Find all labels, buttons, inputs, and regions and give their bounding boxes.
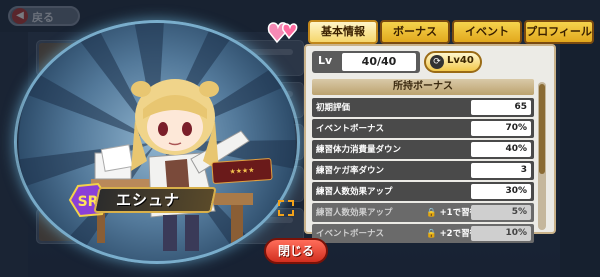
character-portal	[14, 20, 300, 264]
bonus-row: イベントボーナス 70%	[312, 119, 534, 138]
detail-tab-bar: 基本情報 ボーナス イベント プロフィール	[308, 20, 594, 44]
bonus-label: 練習ケガ率ダウン	[316, 166, 385, 176]
bonus-row: 練習人数効果アップ 30%	[312, 182, 534, 201]
lock-icon: 🔒	[426, 229, 437, 239]
refresh-icon: ⟳	[430, 55, 444, 69]
bonus-value: 70%	[471, 121, 531, 136]
bonus-scrollbar[interactable]	[538, 82, 546, 230]
level-box: Lv 40/40	[312, 51, 420, 73]
bonus-list: 初期評価 65 イベントボーナス 70% 練習体力消費量ダウン 40% 練習ケガ…	[312, 98, 534, 245]
bonus-row: 練習体力消費量ダウン 40%	[312, 140, 534, 159]
bonus-value: 65	[471, 100, 531, 115]
locked-bonus-row: イベントボーナス 🔒 +2で習得 10%	[312, 224, 534, 243]
level-toggle-label: Lv40	[447, 55, 474, 66]
tab-bonus[interactable]: ボーナス	[380, 20, 450, 44]
bonus-label: 練習体力消費量ダウン	[316, 145, 402, 155]
heart-icon	[267, 22, 298, 44]
bonus-value: 40%	[471, 142, 531, 157]
frame-corner-icon	[278, 200, 294, 216]
bonus-label: 初期評価	[316, 103, 351, 113]
bonus-value: 3	[471, 163, 531, 178]
event-stamp-logo: ★★★★	[211, 157, 273, 185]
tab-basic-info[interactable]: 基本情報	[308, 20, 378, 44]
level-row: Lv 40/40 ⟳ Lv40	[312, 51, 550, 73]
bonus-label: イベントボーナス	[316, 124, 385, 134]
bonus-value: 10%	[471, 226, 531, 241]
bonus-row: 初期評価 65	[312, 98, 534, 117]
bonus-row: 練習ケガ率ダウン 3	[312, 161, 534, 180]
tab-profile[interactable]: プロフィール	[524, 20, 594, 44]
bonus-label: 練習人数効果アップ	[316, 187, 393, 197]
locked-bonus-row: 練習人数効果アップ 🔒 +1で習得 5%	[312, 203, 534, 222]
bonus-value: 30%	[471, 184, 531, 199]
bonus-label: 練習人数効果アップ	[316, 208, 393, 218]
bonus-label: イベントボーナス	[316, 229, 385, 239]
level-value: 40/40	[342, 53, 416, 71]
bonus-section-title: 所持ボーナス	[312, 79, 534, 95]
bonus-value: 5%	[471, 205, 531, 220]
scrollbar-thumb[interactable]	[539, 84, 545, 174]
character-name: エシュナ	[116, 191, 181, 209]
tab-event[interactable]: イベント	[452, 20, 522, 44]
detail-panel: Lv 40/40 ⟳ Lv40 所持ボーナス 初期評価 65 イベントボーナス …	[304, 44, 556, 243]
level-toggle-button[interactable]: ⟳ Lv40	[424, 51, 482, 73]
close-button[interactable]: 閉じる	[264, 238, 328, 264]
lock-icon: 🔒	[426, 208, 437, 218]
level-label: Lv	[318, 54, 333, 67]
